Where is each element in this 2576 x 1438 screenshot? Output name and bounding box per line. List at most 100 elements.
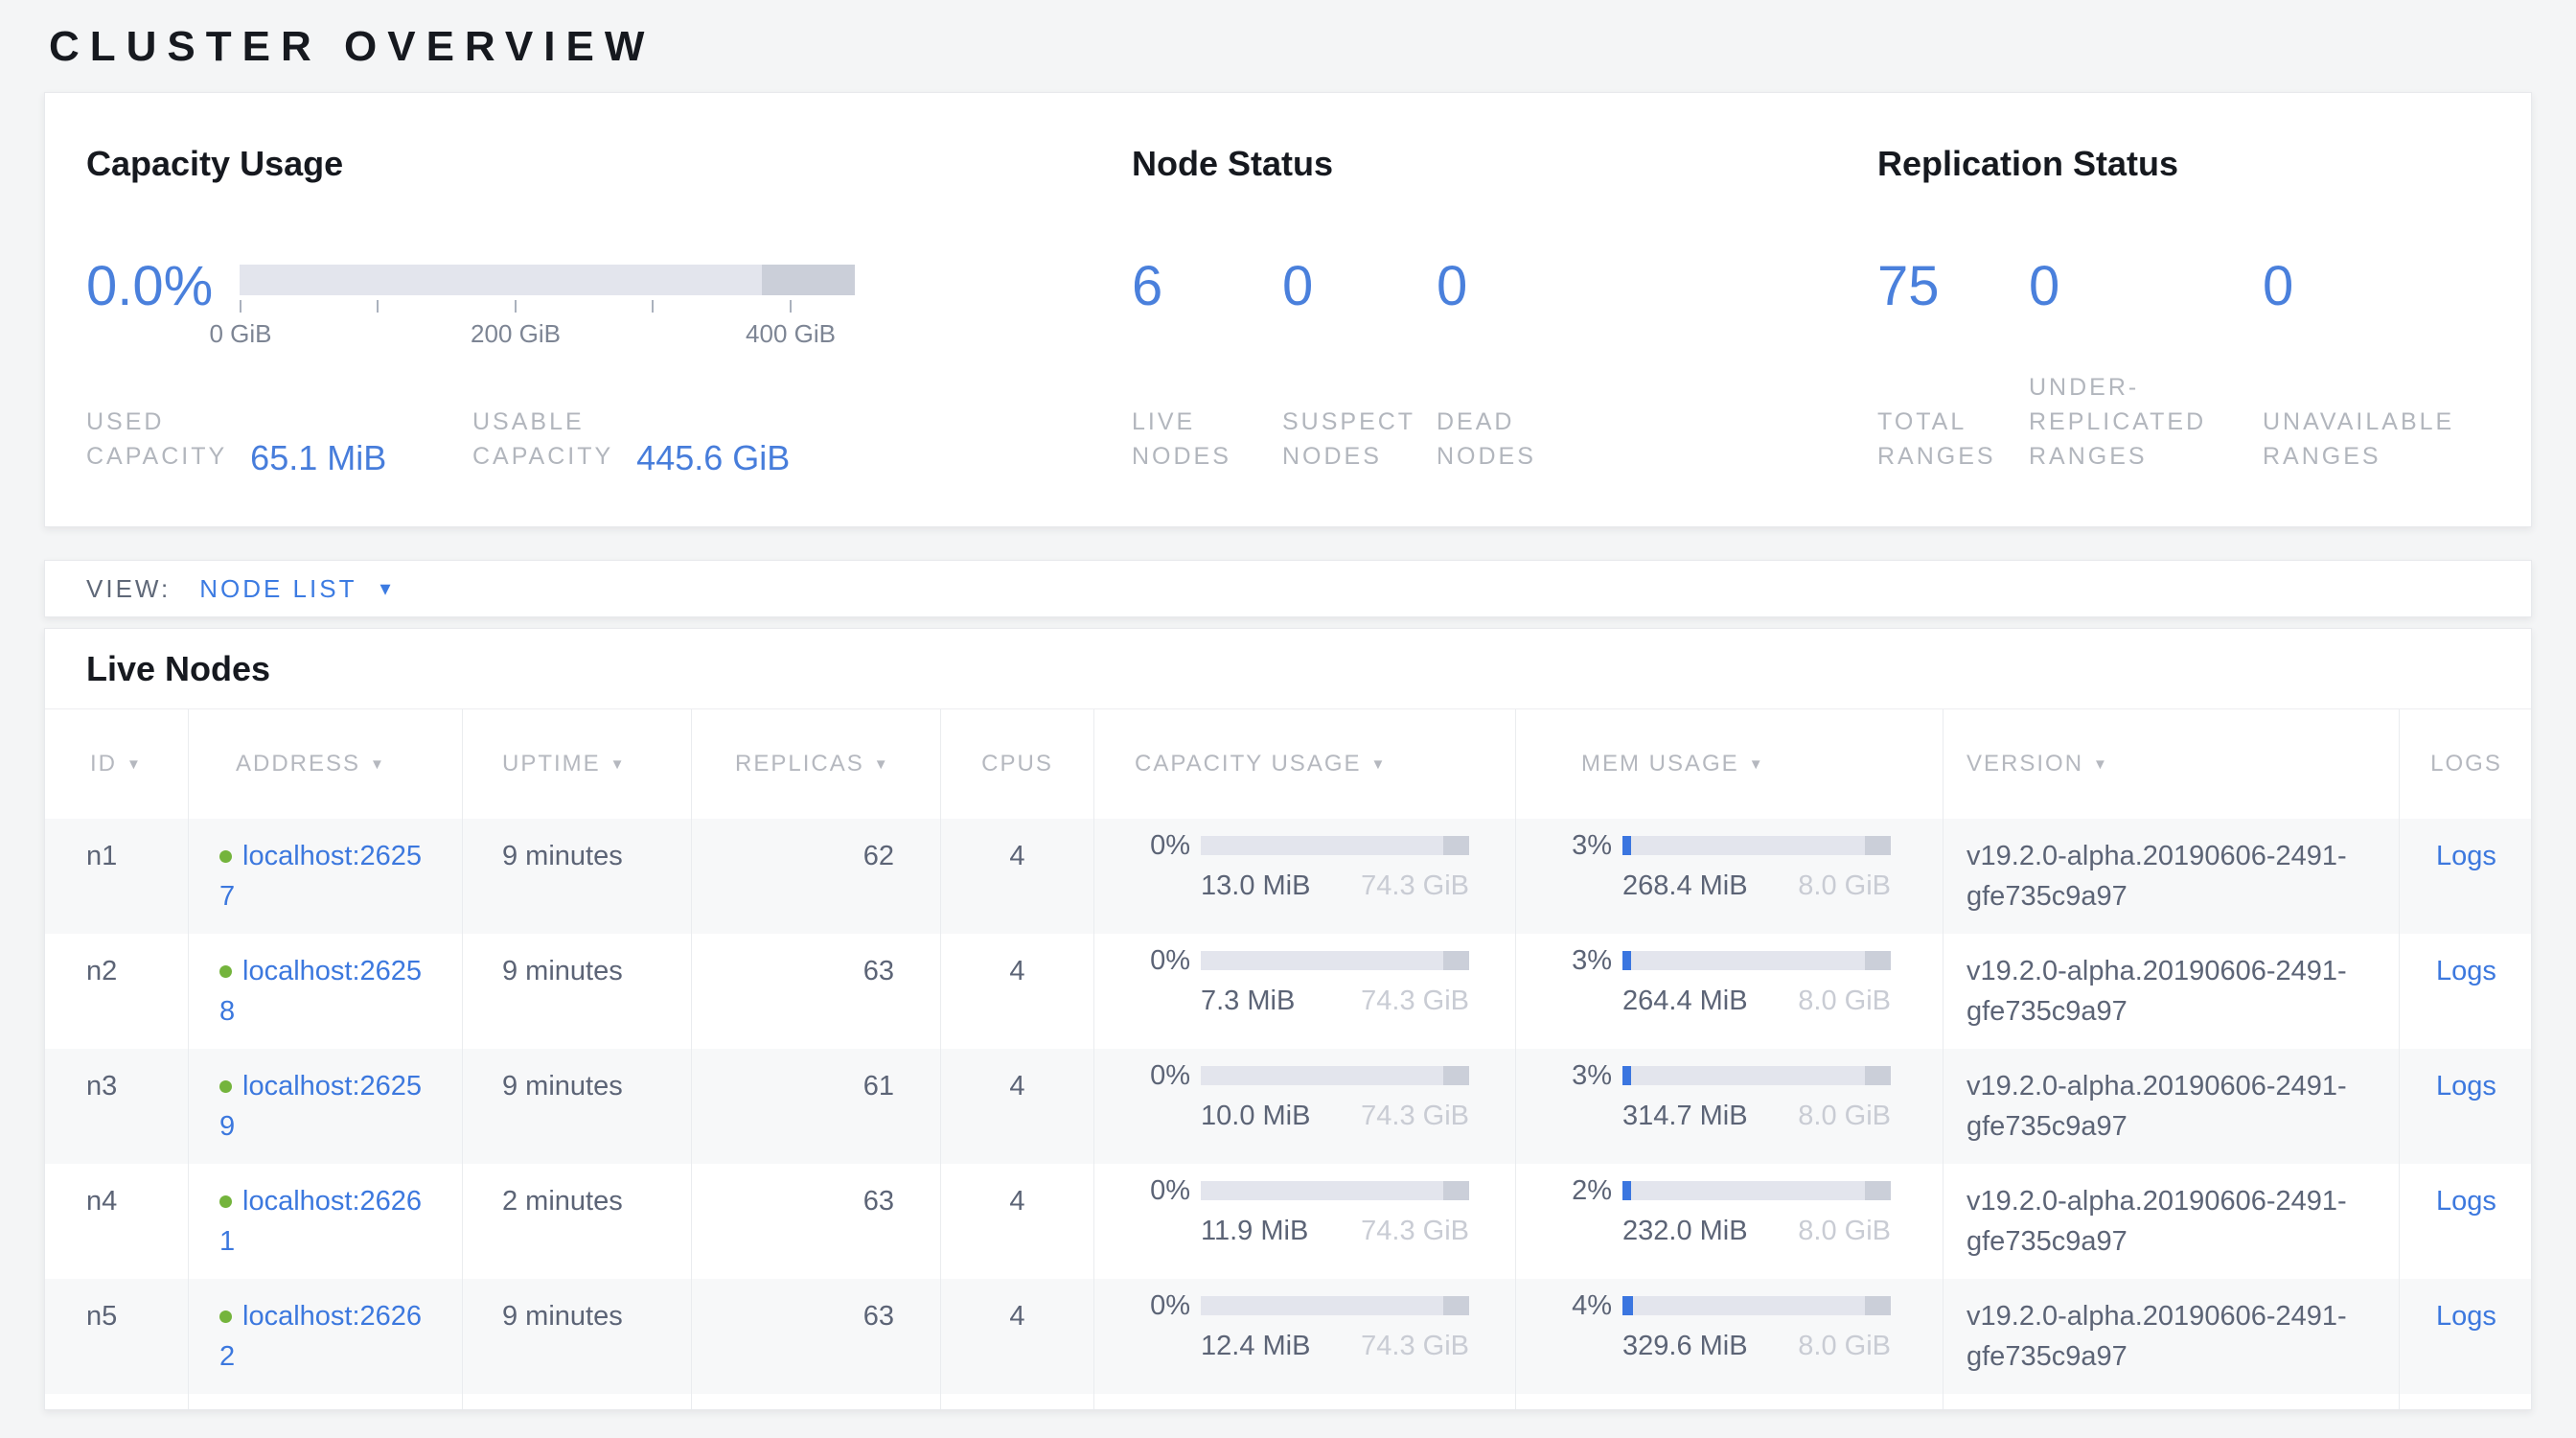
uptime-cell: 9 minutes xyxy=(463,1049,692,1164)
node-address-cell: localhost:26257 xyxy=(189,819,463,934)
view-selector-bar: VIEW: NODE LIST ▾ xyxy=(44,560,2532,617)
capacity-usage-used-value: 12.4 MiB xyxy=(1201,1332,1310,1360)
mem-usage-cell: 3%314.7 MiB8.0 GiB xyxy=(1516,1049,1944,1164)
sort-arrow-icon: ▼ xyxy=(370,756,386,773)
axis-tick xyxy=(240,300,242,313)
column-header-address[interactable]: ADDRESS▼ xyxy=(189,709,463,819)
live-node-dot-icon xyxy=(219,1310,232,1323)
capacity-usage-percent: 0% xyxy=(1094,1066,1190,1085)
capacity-usage-bar xyxy=(1201,1181,1469,1200)
logs-link[interactable]: Logs xyxy=(2436,1071,2496,1102)
mem-usage-total-value: 8.0 GiB xyxy=(1798,871,1891,900)
stat: 75TOTAL RANGES xyxy=(1877,256,2029,474)
stat-value: 6 xyxy=(1132,256,1282,317)
table-row: n4localhost:262612 minutes6340%11.9 MiB7… xyxy=(45,1164,2531,1279)
logs-link[interactable]: Logs xyxy=(2436,1186,2496,1217)
node-address-link[interactable]: localhost:26257 xyxy=(219,841,422,912)
sort-arrow-icon: ▼ xyxy=(610,756,627,773)
node-address-cell: localhost:26262 xyxy=(189,1279,463,1394)
mem-usage-bar-dark-segment xyxy=(1865,836,1891,855)
empty-cell xyxy=(1944,1394,2400,1410)
capacity-usage-section: Capacity Usage 0.0% 0 GiB 200 GiB xyxy=(86,145,1132,526)
view-selected-value[interactable]: NODE LIST xyxy=(199,574,356,604)
mem-usage-percent: 3% xyxy=(1516,1066,1612,1085)
mem-usage-bar-fill xyxy=(1622,1296,1633,1315)
capacity-usage-total-value: 74.3 GiB xyxy=(1361,986,1469,1015)
capacity-usage-cell: 0%12.4 MiB74.3 GiB xyxy=(1094,1279,1516,1394)
column-header-replicas[interactable]: REPLICAS ▼ xyxy=(692,709,941,819)
stat-value: 0 xyxy=(1437,256,1705,317)
column-header-version[interactable]: VERSION▼ xyxy=(1944,709,2400,819)
stat-label: LIVE NODES xyxy=(1132,405,1231,474)
column-header-capacity-usage[interactable]: CAPACITY USAGE▼ xyxy=(1094,709,1516,819)
logs-cell: Logs xyxy=(2400,934,2532,1049)
stat: 0SUSPECT NODES xyxy=(1282,256,1437,474)
stat-label: SUSPECT NODES xyxy=(1282,405,1415,474)
version-text: v19.2.0-alpha.20190606-2491-gfe735c9a97 xyxy=(1966,836,2380,916)
version-text: v19.2.0-alpha.20190606-2491-gfe735c9a97 xyxy=(1966,951,2380,1032)
node-address-link[interactable]: localhost:26261 xyxy=(219,1186,422,1257)
version-text: v19.2.0-alpha.20190606-2491-gfe735c9a97 xyxy=(1966,1181,2380,1262)
capacity-stats: USED CAPACITY 65.1 MiB USABLE CAPACITY 4… xyxy=(86,405,1132,474)
logs-link[interactable]: Logs xyxy=(2436,1301,2496,1332)
mem-usage-bar-dark-segment xyxy=(1865,1181,1891,1200)
column-header-uptime[interactable]: UPTIME▼ xyxy=(463,709,692,819)
stat: 0UNDER- REPLICATED RANGES xyxy=(2029,256,2263,474)
mem-usage-bar-fill xyxy=(1622,1181,1631,1200)
sort-arrow-icon: ▼ xyxy=(874,756,890,773)
empty-cell xyxy=(1516,1394,1944,1410)
node-status-stats: 6LIVE NODES0SUSPECT NODES0DEAD NODES xyxy=(1132,256,1877,474)
node-address-link[interactable]: localhost:26258 xyxy=(219,956,422,1027)
cpus-cell: 4 xyxy=(941,1049,1094,1164)
logs-link[interactable]: Logs xyxy=(2436,841,2496,871)
table-row: n3localhost:262599 minutes6140%10.0 MiB7… xyxy=(45,1049,2531,1164)
node-id-cell: n5 xyxy=(45,1279,189,1394)
stat-value: 0 xyxy=(2029,256,2263,317)
capacity-usage-cell: 0%10.0 MiB74.3 GiB xyxy=(1094,1049,1516,1164)
capacity-usage-bar-dark-segment xyxy=(1443,1181,1469,1200)
node-status-section: Node Status 6LIVE NODES0SUSPECT NODES0DE… xyxy=(1132,145,1877,526)
used-capacity-stat: USED CAPACITY 65.1 MiB xyxy=(86,405,472,474)
axis-tick-label: 400 GiB xyxy=(746,319,836,349)
mem-usage-used-value: 232.0 MiB xyxy=(1622,1217,1748,1245)
column-header-mem-usage[interactable]: MEM USAGE▼ xyxy=(1516,709,1944,819)
mem-usage-bar-fill xyxy=(1622,951,1631,970)
capacity-usage-used-value: 13.0 MiB xyxy=(1201,871,1310,900)
sort-arrow-icon: ▼ xyxy=(2093,756,2109,773)
capacity-usage-percent: 0% xyxy=(1094,1181,1190,1200)
uptime-cell: 2 minutes xyxy=(463,1164,692,1279)
version-text: v19.2.0-alpha.20190606-2491-gfe735c9a97 xyxy=(1966,1066,2380,1147)
column-header-id[interactable]: ID▼ xyxy=(45,709,189,819)
column-header-label: LOGS xyxy=(2430,751,2502,777)
column-header-label: ID xyxy=(90,751,117,777)
capacity-usage-title: Capacity Usage xyxy=(86,145,1132,183)
capacity-usage-bar-dark-segment xyxy=(1443,836,1469,855)
capacity-usage-bar xyxy=(1201,1296,1469,1315)
table-row: n5localhost:262629 minutes6340%12.4 MiB7… xyxy=(45,1279,2531,1394)
node-id-cell: n2 xyxy=(45,934,189,1049)
replication-status-title: Replication Status xyxy=(1877,145,2531,183)
capacity-usage-bar xyxy=(1201,836,1469,855)
empty-cell xyxy=(463,1394,692,1410)
logs-cell: Logs xyxy=(2400,1164,2532,1279)
view-label: VIEW: xyxy=(86,574,171,604)
version-cell: v19.2.0-alpha.20190606-2491-gfe735c9a97 xyxy=(1944,1049,2400,1164)
chevron-down-icon[interactable]: ▾ xyxy=(380,576,390,601)
column-header-label: CAPACITY USAGE xyxy=(1135,751,1362,777)
cpus-cell: 4 xyxy=(941,819,1094,934)
table-row-partial xyxy=(45,1394,2531,1410)
node-address-link[interactable]: localhost:26262 xyxy=(219,1301,422,1372)
table-row: n1localhost:262579 minutes6240%13.0 MiB7… xyxy=(45,819,2531,934)
capacity-usage-bar-dark-segment xyxy=(1443,951,1469,970)
used-capacity-value: 65.1 MiB xyxy=(250,439,386,477)
logs-link[interactable]: Logs xyxy=(2436,956,2496,986)
mem-usage-bar-dark-segment xyxy=(1865,951,1891,970)
cpus-cell: 4 xyxy=(941,934,1094,1049)
empty-cell xyxy=(692,1394,941,1410)
node-id-cell: n3 xyxy=(45,1049,189,1164)
column-header-cpus: CPUS xyxy=(941,709,1094,819)
replicas-cell: 63 xyxy=(692,1164,941,1279)
usable-capacity-value: 445.6 GiB xyxy=(636,439,790,477)
column-header-label: REPLICAS xyxy=(735,751,864,777)
node-address-link[interactable]: localhost:26259 xyxy=(219,1071,422,1142)
